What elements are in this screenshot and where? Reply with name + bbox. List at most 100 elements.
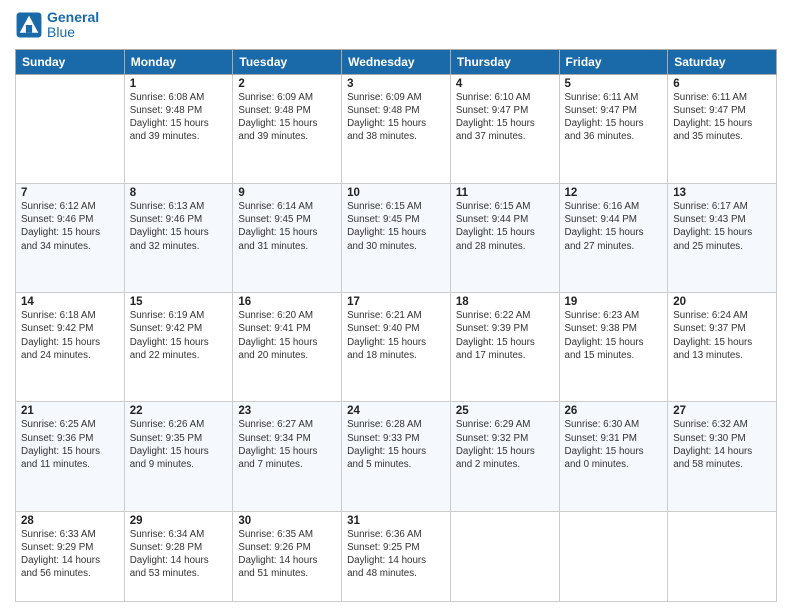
day-info: Sunrise: 6:27 AM Sunset: 9:34 PM Dayligh…	[238, 418, 336, 471]
calendar-cell: 16Sunrise: 6:20 AM Sunset: 9:41 PM Dayli…	[233, 293, 342, 402]
calendar-cell: 14Sunrise: 6:18 AM Sunset: 9:42 PM Dayli…	[16, 293, 125, 402]
calendar-cell: 9Sunrise: 6:14 AM Sunset: 9:45 PM Daylig…	[233, 183, 342, 292]
calendar-cell	[668, 511, 777, 601]
calendar-cell: 25Sunrise: 6:29 AM Sunset: 9:32 PM Dayli…	[450, 402, 559, 511]
day-number: 30	[238, 515, 336, 527]
day-number: 22	[130, 405, 228, 417]
day-info: Sunrise: 6:12 AM Sunset: 9:46 PM Dayligh…	[21, 200, 119, 253]
calendar-cell: 27Sunrise: 6:32 AM Sunset: 9:30 PM Dayli…	[668, 402, 777, 511]
day-info: Sunrise: 6:36 AM Sunset: 9:25 PM Dayligh…	[347, 528, 445, 581]
day-info: Sunrise: 6:10 AM Sunset: 9:47 PM Dayligh…	[456, 91, 554, 144]
calendar-cell: 29Sunrise: 6:34 AM Sunset: 9:28 PM Dayli…	[124, 511, 233, 601]
calendar-cell: 21Sunrise: 6:25 AM Sunset: 9:36 PM Dayli…	[16, 402, 125, 511]
calendar-cell: 12Sunrise: 6:16 AM Sunset: 9:44 PM Dayli…	[559, 183, 668, 292]
calendar-cell: 4Sunrise: 6:10 AM Sunset: 9:47 PM Daylig…	[450, 74, 559, 183]
calendar-cell: 11Sunrise: 6:15 AM Sunset: 9:44 PM Dayli…	[450, 183, 559, 292]
calendar-cell: 6Sunrise: 6:11 AM Sunset: 9:47 PM Daylig…	[668, 74, 777, 183]
calendar-cell: 2Sunrise: 6:09 AM Sunset: 9:48 PM Daylig…	[233, 74, 342, 183]
calendar-cell: 20Sunrise: 6:24 AM Sunset: 9:37 PM Dayli…	[668, 293, 777, 402]
col-monday: Monday	[124, 49, 233, 74]
col-wednesday: Wednesday	[342, 49, 451, 74]
day-info: Sunrise: 6:34 AM Sunset: 9:28 PM Dayligh…	[130, 528, 228, 581]
day-info: Sunrise: 6:09 AM Sunset: 9:48 PM Dayligh…	[347, 91, 445, 144]
day-number: 5	[565, 78, 663, 90]
day-number: 21	[21, 405, 119, 417]
header: General Blue	[15, 10, 777, 41]
day-number: 25	[456, 405, 554, 417]
day-number: 10	[347, 187, 445, 199]
calendar-cell: 15Sunrise: 6:19 AM Sunset: 9:42 PM Dayli…	[124, 293, 233, 402]
day-number: 3	[347, 78, 445, 90]
day-info: Sunrise: 6:09 AM Sunset: 9:48 PM Dayligh…	[238, 91, 336, 144]
day-number: 12	[565, 187, 663, 199]
day-number: 31	[347, 515, 445, 527]
calendar-cell: 22Sunrise: 6:26 AM Sunset: 9:35 PM Dayli…	[124, 402, 233, 511]
calendar-header-row: Sunday Monday Tuesday Wednesday Thursday…	[16, 49, 777, 74]
col-thursday: Thursday	[450, 49, 559, 74]
day-info: Sunrise: 6:21 AM Sunset: 9:40 PM Dayligh…	[347, 309, 445, 362]
day-number: 13	[673, 187, 771, 199]
day-number: 24	[347, 405, 445, 417]
calendar-cell: 18Sunrise: 6:22 AM Sunset: 9:39 PM Dayli…	[450, 293, 559, 402]
calendar-cell: 31Sunrise: 6:36 AM Sunset: 9:25 PM Dayli…	[342, 511, 451, 601]
calendar-cell	[559, 511, 668, 601]
col-sunday: Sunday	[16, 49, 125, 74]
day-number: 17	[347, 296, 445, 308]
day-info: Sunrise: 6:15 AM Sunset: 9:44 PM Dayligh…	[456, 200, 554, 253]
day-info: Sunrise: 6:22 AM Sunset: 9:39 PM Dayligh…	[456, 309, 554, 362]
day-info: Sunrise: 6:28 AM Sunset: 9:33 PM Dayligh…	[347, 418, 445, 471]
calendar-cell: 1Sunrise: 6:08 AM Sunset: 9:48 PM Daylig…	[124, 74, 233, 183]
calendar-cell: 8Sunrise: 6:13 AM Sunset: 9:46 PM Daylig…	[124, 183, 233, 292]
calendar-cell: 23Sunrise: 6:27 AM Sunset: 9:34 PM Dayli…	[233, 402, 342, 511]
day-info: Sunrise: 6:18 AM Sunset: 9:42 PM Dayligh…	[21, 309, 119, 362]
day-number: 4	[456, 78, 554, 90]
day-number: 27	[673, 405, 771, 417]
day-number: 6	[673, 78, 771, 90]
calendar-cell: 17Sunrise: 6:21 AM Sunset: 9:40 PM Dayli…	[342, 293, 451, 402]
day-info: Sunrise: 6:24 AM Sunset: 9:37 PM Dayligh…	[673, 309, 771, 362]
calendar-cell: 30Sunrise: 6:35 AM Sunset: 9:26 PM Dayli…	[233, 511, 342, 601]
day-number: 9	[238, 187, 336, 199]
day-number: 29	[130, 515, 228, 527]
calendar-cell: 5Sunrise: 6:11 AM Sunset: 9:47 PM Daylig…	[559, 74, 668, 183]
day-number: 14	[21, 296, 119, 308]
day-number: 16	[238, 296, 336, 308]
day-info: Sunrise: 6:33 AM Sunset: 9:29 PM Dayligh…	[21, 528, 119, 581]
calendar-cell	[450, 511, 559, 601]
day-number: 28	[21, 515, 119, 527]
day-number: 20	[673, 296, 771, 308]
calendar-cell: 28Sunrise: 6:33 AM Sunset: 9:29 PM Dayli…	[16, 511, 125, 601]
day-info: Sunrise: 6:14 AM Sunset: 9:45 PM Dayligh…	[238, 200, 336, 253]
day-info: Sunrise: 6:35 AM Sunset: 9:26 PM Dayligh…	[238, 528, 336, 581]
day-info: Sunrise: 6:08 AM Sunset: 9:48 PM Dayligh…	[130, 91, 228, 144]
logo-text: General Blue	[47, 10, 99, 41]
day-number: 15	[130, 296, 228, 308]
calendar-cell: 24Sunrise: 6:28 AM Sunset: 9:33 PM Dayli…	[342, 402, 451, 511]
day-info: Sunrise: 6:30 AM Sunset: 9:31 PM Dayligh…	[565, 418, 663, 471]
logo-icon	[15, 11, 43, 39]
day-info: Sunrise: 6:15 AM Sunset: 9:45 PM Dayligh…	[347, 200, 445, 253]
calendar-cell: 19Sunrise: 6:23 AM Sunset: 9:38 PM Dayli…	[559, 293, 668, 402]
calendar-cell: 3Sunrise: 6:09 AM Sunset: 9:48 PM Daylig…	[342, 74, 451, 183]
day-info: Sunrise: 6:13 AM Sunset: 9:46 PM Dayligh…	[130, 200, 228, 253]
day-info: Sunrise: 6:17 AM Sunset: 9:43 PM Dayligh…	[673, 200, 771, 253]
calendar-cell: 13Sunrise: 6:17 AM Sunset: 9:43 PM Dayli…	[668, 183, 777, 292]
col-tuesday: Tuesday	[233, 49, 342, 74]
calendar-table: Sunday Monday Tuesday Wednesday Thursday…	[15, 49, 777, 602]
logo: General Blue	[15, 10, 99, 41]
day-number: 11	[456, 187, 554, 199]
calendar-cell: 10Sunrise: 6:15 AM Sunset: 9:45 PM Dayli…	[342, 183, 451, 292]
col-friday: Friday	[559, 49, 668, 74]
day-number: 2	[238, 78, 336, 90]
calendar-cell: 26Sunrise: 6:30 AM Sunset: 9:31 PM Dayli…	[559, 402, 668, 511]
col-saturday: Saturday	[668, 49, 777, 74]
day-info: Sunrise: 6:19 AM Sunset: 9:42 PM Dayligh…	[130, 309, 228, 362]
day-info: Sunrise: 6:25 AM Sunset: 9:36 PM Dayligh…	[21, 418, 119, 471]
day-number: 1	[130, 78, 228, 90]
calendar-cell	[16, 74, 125, 183]
day-number: 8	[130, 187, 228, 199]
day-info: Sunrise: 6:26 AM Sunset: 9:35 PM Dayligh…	[130, 418, 228, 471]
day-info: Sunrise: 6:32 AM Sunset: 9:30 PM Dayligh…	[673, 418, 771, 471]
day-info: Sunrise: 6:11 AM Sunset: 9:47 PM Dayligh…	[673, 91, 771, 144]
day-info: Sunrise: 6:29 AM Sunset: 9:32 PM Dayligh…	[456, 418, 554, 471]
